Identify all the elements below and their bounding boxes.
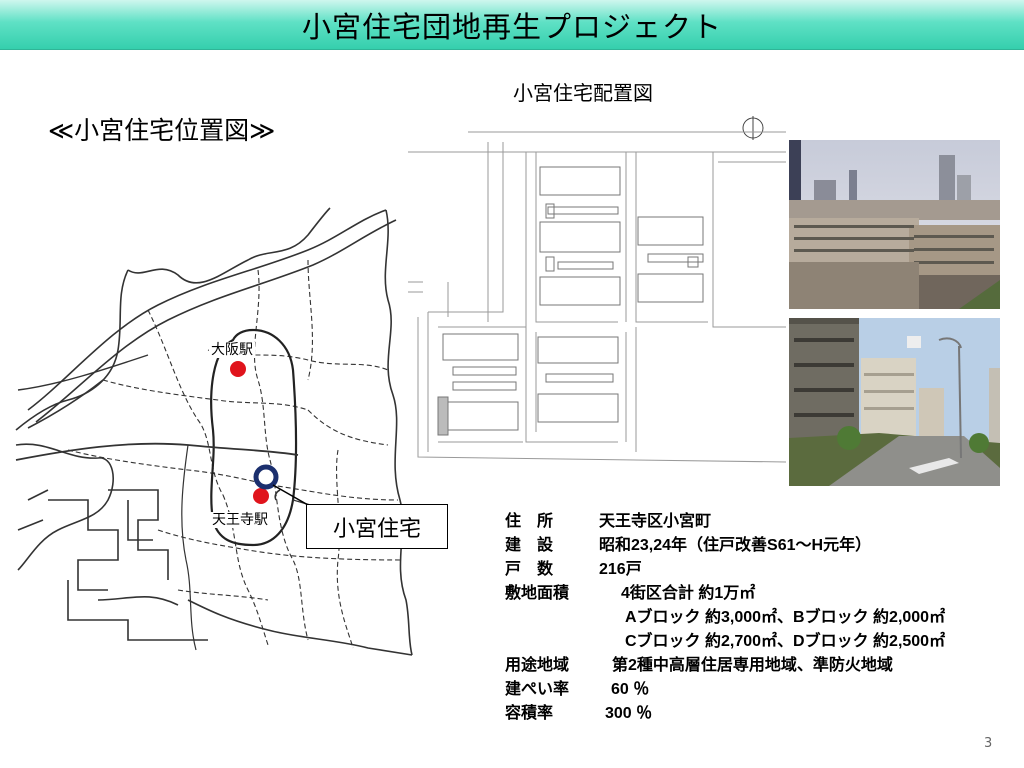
info-label: 戸 数: [505, 561, 554, 578]
info-label: 容積率: [505, 705, 554, 722]
info-value: 300 ％: [605, 705, 653, 722]
info-value: 60 ％: [611, 681, 650, 698]
street-view-photo: [789, 318, 1000, 486]
info-label: 用途地域: [505, 657, 570, 674]
info-value: 天王寺区小宮町: [599, 513, 712, 530]
info-value: Cブロック 約2,700㎡、Dブロック 約2,500㎡: [625, 633, 946, 650]
location-map-heading: ≪小宮住宅位置図≫: [48, 116, 276, 145]
info-value: 第2種中高層住居専用地域、準防火地域: [612, 657, 893, 674]
info-value: 4街区合計 約1万㎡: [621, 585, 756, 602]
osaka-location-map: [15, 207, 413, 656]
site-plan-drawing: [408, 116, 786, 463]
slide-title: 小宮住宅団地再生プロジェクト: [301, 9, 722, 44]
info-label: 敷地面積: [505, 585, 570, 602]
page-number: 3: [984, 736, 993, 751]
tennoji-station-label: 天王寺駅: [210, 512, 270, 528]
osaka-station-label: 大阪駅: [209, 342, 255, 358]
komiya-site-marker: [253, 464, 279, 490]
info-label: 建 設: [505, 537, 554, 554]
apartment-complex-photo: [789, 140, 1000, 309]
site-plan-heading: 小宮住宅配置図: [513, 81, 653, 105]
info-value: Aブロック 約3,000㎡、Bブロック 約2,000㎡: [625, 609, 946, 626]
komiya-callout: 小宮住宅: [306, 504, 448, 549]
info-value: 216戸: [599, 561, 642, 578]
info-value: 昭和23,24年（住戸改善S61～H元年）: [599, 537, 872, 554]
komiya-callout-label: 小宮住宅: [332, 516, 421, 542]
info-label: 住 所: [505, 513, 554, 530]
osaka-station-marker: [230, 361, 246, 377]
title-bar: 小宮住宅団地再生プロジェクト: [0, 0, 1024, 50]
info-label: 建ぺい率: [505, 681, 570, 698]
tennoji-station-marker: [253, 488, 269, 504]
